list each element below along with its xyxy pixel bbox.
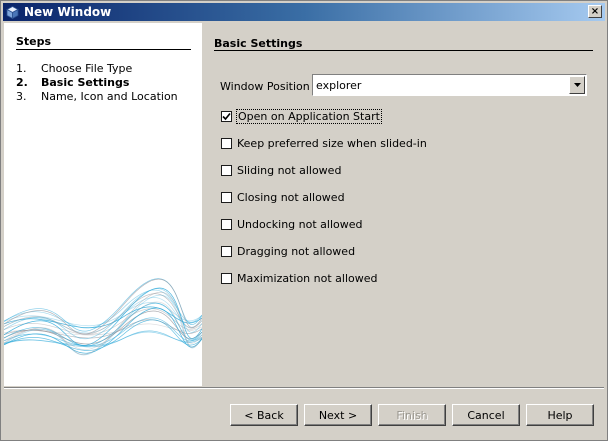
- checkbox[interactable]: [221, 110, 232, 122]
- cancel-button[interactable]: Cancel: [452, 404, 520, 426]
- page-title: Basic Settings: [214, 37, 303, 50]
- step-item: 2. Basic Settings: [16, 76, 178, 90]
- step-label: Basic Settings: [41, 76, 130, 89]
- steps-divider: [16, 49, 191, 50]
- new-window-dialog: New Window × Steps 1. Choose File Type 2. B…: [0, 0, 608, 441]
- steps-list: 1. Choose File Type 2. Basic Settings 3. Name…: [16, 62, 178, 104]
- wave-line: [4, 302, 202, 347]
- option-checkbox-row[interactable]: Closing not allowed: [221, 189, 345, 205]
- window-position-value: explorer: [316, 79, 362, 92]
- step-item: 3. Name, Icon and Location: [16, 90, 178, 104]
- close-icon: ×: [590, 5, 600, 17]
- close-button[interactable]: ×: [588, 5, 602, 18]
- next-button[interactable]: Next >: [304, 404, 372, 426]
- basic-settings-panel: Basic Settings Window Position : explore…: [202, 23, 605, 386]
- checkbox[interactable]: [221, 191, 232, 203]
- option-checkbox-row[interactable]: Open on Application Start: [221, 108, 382, 124]
- checkbox-label[interactable]: Undocking not allowed: [237, 218, 363, 231]
- window-title: New Window: [24, 5, 112, 19]
- steps-title: Steps: [16, 35, 52, 48]
- step-item: 1. Choose File Type: [16, 62, 178, 76]
- checkbox-label[interactable]: Open on Application Start: [236, 108, 382, 124]
- button-bar-divider: [4, 387, 604, 389]
- checkbox[interactable]: [221, 164, 232, 176]
- wave-line: [4, 278, 202, 335]
- window-position-select[interactable]: explorer: [312, 74, 587, 96]
- window-cube-icon: [6, 5, 19, 19]
- step-number: 3.: [16, 90, 27, 103]
- back-button[interactable]: < Back: [230, 404, 298, 426]
- option-checkbox-row[interactable]: Maximization not allowed: [221, 270, 378, 286]
- step-label: Choose File Type: [41, 62, 133, 75]
- step-number: 2.: [16, 76, 28, 89]
- decorative-waves-image: [4, 278, 202, 356]
- dropdown-button[interactable]: [569, 76, 585, 94]
- option-checkbox-row[interactable]: Sliding not allowed: [221, 162, 341, 178]
- option-checkbox-row[interactable]: Keep preferred size when slided-in: [221, 135, 427, 151]
- checkmark-icon: [222, 112, 231, 120]
- option-checkbox-row[interactable]: Undocking not allowed: [221, 216, 363, 232]
- window-position-label: Window Position :: [220, 80, 317, 93]
- step-number: 1.: [16, 62, 27, 75]
- title-divider: [214, 50, 593, 51]
- title-bar[interactable]: New Window ×: [3, 3, 605, 21]
- chevron-down-icon: [573, 83, 581, 87]
- checkbox-label[interactable]: Keep preferred size when slided-in: [237, 137, 427, 150]
- checkbox-label[interactable]: Maximization not allowed: [237, 272, 378, 285]
- checkbox-label[interactable]: Dragging not allowed: [237, 245, 355, 258]
- step-label: Name, Icon and Location: [41, 90, 178, 103]
- finish-button[interactable]: Finish: [378, 404, 446, 426]
- checkbox[interactable]: [221, 218, 232, 230]
- checkbox[interactable]: [221, 245, 232, 257]
- option-checkbox-row[interactable]: Dragging not allowed: [221, 243, 355, 259]
- checkbox[interactable]: [221, 137, 232, 149]
- checkbox-label[interactable]: Sliding not allowed: [237, 164, 341, 177]
- checkbox[interactable]: [221, 272, 232, 284]
- steps-panel: Steps 1. Choose File Type 2. Basic Settings…: [4, 23, 202, 386]
- help-button[interactable]: Help: [526, 404, 594, 426]
- checkbox-label[interactable]: Closing not allowed: [237, 191, 345, 204]
